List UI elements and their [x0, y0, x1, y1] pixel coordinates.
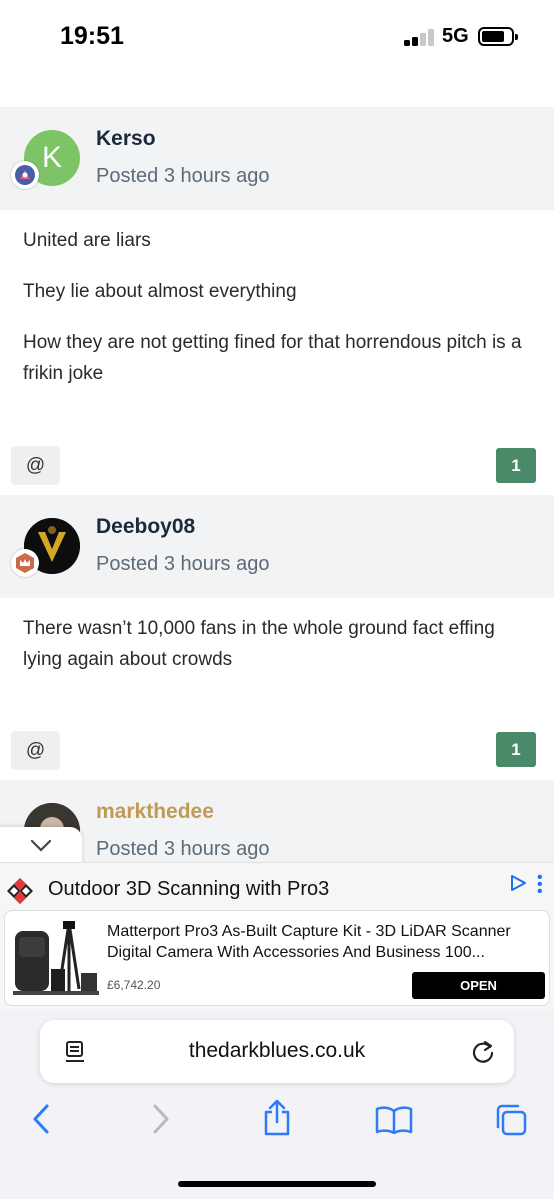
ad-collapse-button[interactable]	[0, 827, 82, 865]
back-icon[interactable]	[30, 1103, 52, 1135]
post-timestamp[interactable]: Posted 3 hours ago	[96, 838, 269, 861]
post-header: K Kerso Posted 3 hours ago	[0, 107, 554, 210]
reaction-count[interactable]: 1	[496, 448, 536, 483]
post-paragraph: How they are not getting fined for that …	[23, 332, 522, 384]
reaction-count[interactable]: 1	[496, 732, 536, 767]
forward-icon[interactable]	[150, 1103, 172, 1135]
product-image	[13, 921, 99, 995]
share-icon[interactable]	[262, 1099, 292, 1137]
ad-price: £6,742.20	[107, 978, 161, 992]
ad-banner[interactable]: Outdoor 3D Scanning with Pro3 • • • Matter…	[0, 862, 554, 1010]
matterport-logo-icon	[7, 878, 33, 904]
bookmarks-icon[interactable]	[375, 1106, 413, 1134]
network-type: 5G	[442, 25, 469, 47]
post-header: Deeboy08 Posted 3 hours ago	[0, 495, 554, 598]
post-content: United are liars They lie about almost e…	[23, 225, 533, 409]
ad-description: Matterport Pro3 As-Built Capture Kit - 3…	[107, 923, 511, 961]
avatar-letter: K	[41, 141, 62, 174]
post-paragraph: There wasn’t 10,000 fans in the whole gr…	[23, 618, 495, 670]
url-text[interactable]: thedarkblues.co.uk	[40, 1039, 514, 1063]
status-time: 19:51	[60, 22, 124, 50]
address-bar[interactable]: thedarkblues.co.uk	[40, 1020, 514, 1083]
cellular-signal-icon	[404, 28, 436, 46]
post-author[interactable]: Deeboy08	[96, 515, 195, 539]
rank-star-badge-icon	[11, 161, 39, 189]
reload-icon[interactable]	[470, 1039, 496, 1065]
status-bar: 19:51 5G	[0, 0, 554, 80]
adchoices-icon[interactable]	[509, 874, 527, 892]
mention-button[interactable]: @	[11, 446, 60, 485]
ad-card[interactable]: Matterport Pro3 As-Built Capture Kit - 3…	[4, 910, 550, 1006]
ad-open-button[interactable]: OPEN	[412, 972, 545, 999]
post-content: There wasn’t 10,000 fans in the whole gr…	[23, 613, 533, 695]
post-author[interactable]: Kerso	[96, 127, 156, 151]
chevron-down-icon	[30, 839, 52, 852]
post-timestamp[interactable]: Posted 3 hours ago	[96, 165, 269, 188]
ad-title[interactable]: Outdoor 3D Scanning with Pro3	[48, 878, 329, 901]
post-header: markthedee Posted 3 hours ago	[0, 780, 554, 870]
home-indicator	[178, 1181, 376, 1187]
post-paragraph: United are liars	[23, 230, 151, 251]
tabs-icon[interactable]	[494, 1103, 528, 1137]
more-options-icon[interactable]: • • •	[537, 870, 543, 900]
post-author[interactable]: markthedee	[96, 800, 214, 824]
mention-button[interactable]: @	[11, 731, 60, 770]
browser-toolbar: thedarkblues.co.uk	[0, 1010, 554, 1199]
post-timestamp[interactable]: Posted 3 hours ago	[96, 553, 269, 576]
crown-badge-icon	[11, 549, 39, 577]
battery-icon	[478, 27, 518, 46]
post-paragraph: They lie about almost everything	[23, 281, 297, 302]
